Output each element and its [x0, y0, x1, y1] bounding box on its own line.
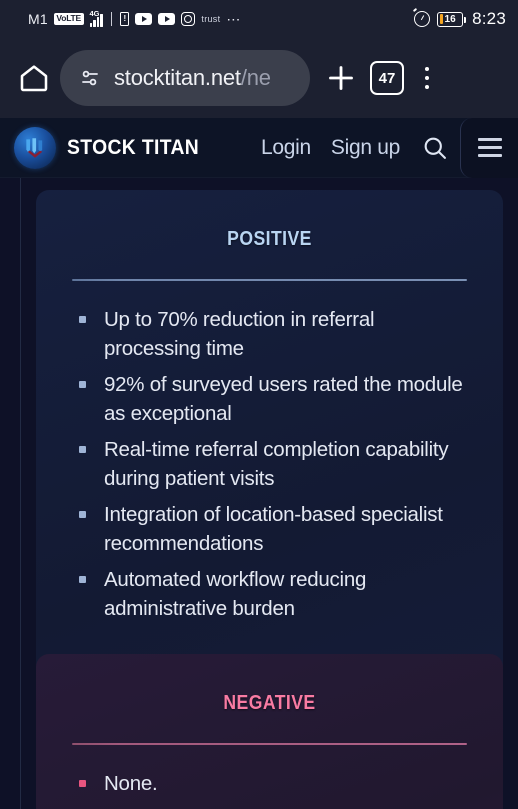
status-bar-left: M1 VoLTE 4G trust ⋯: [28, 9, 242, 27]
stock-titan-logo[interactable]: [14, 126, 56, 169]
tab-switcher-button[interactable]: 47: [370, 61, 404, 95]
youtube-music-icon: [158, 13, 176, 25]
negative-card: Negative None.: [36, 654, 503, 809]
phone-screen: M1 VoLTE 4G trust ⋯ 16 8:23: [0, 0, 518, 809]
signal-strength-icon: 4G: [89, 9, 103, 27]
list-item: Integration of location-based specialist…: [78, 500, 469, 558]
login-link[interactable]: Login: [261, 136, 311, 160]
signup-link[interactable]: Sign up: [331, 136, 400, 160]
hamburger-menu-button[interactable]: [460, 117, 518, 178]
battery-percent-label: 16: [444, 13, 456, 25]
notification-overflow-icon: ⋯: [226, 10, 242, 27]
youtube-icon: [135, 13, 153, 25]
negative-bullet-list: None.: [36, 745, 503, 798]
status-bar-right: 16 8:23: [414, 9, 506, 29]
browser-toolbar: stocktitan.net/ne 47: [0, 38, 518, 118]
url-text: stocktitan.net/ne: [114, 65, 271, 91]
page-content: Positive Up to 70% reduction in referral…: [0, 178, 518, 809]
url-bar[interactable]: stocktitan.net/ne: [60, 50, 310, 106]
list-item: Real-time referral completion capability…: [78, 435, 469, 493]
positive-card-title: Positive: [227, 220, 312, 252]
titan-bars-icon: [26, 137, 43, 158]
list-item: Automated workflow reducing administrati…: [78, 565, 469, 623]
url-path: /ne: [240, 65, 271, 90]
positive-bullet-list: Up to 70% reduction in referral processi…: [36, 281, 503, 623]
brand-name: STOCK TITAN: [67, 135, 200, 159]
list-item: Up to 70% reduction in referral processi…: [78, 305, 469, 363]
list-item: 92% of surveyed users rated the module a…: [78, 370, 469, 428]
negative-card-title: Negative: [223, 684, 316, 716]
clock-label: 8:23: [472, 9, 506, 28]
browser-menu-button[interactable]: [408, 66, 446, 90]
trust-label: trust: [201, 14, 221, 24]
signal-divider: [110, 12, 113, 26]
content-left-rail: [20, 178, 21, 809]
tab-count-label: 47: [378, 69, 396, 87]
instagram-icon: [181, 12, 196, 26]
home-icon[interactable]: [10, 54, 58, 102]
carrier-label: M1: [28, 11, 48, 27]
list-item: None.: [78, 769, 469, 798]
network-type-label: 4G: [89, 9, 100, 18]
battery-icon: 16: [437, 11, 467, 27]
site-settings-icon: [82, 70, 98, 86]
status-bar: M1 VoLTE 4G trust ⋯ 16 8:23: [0, 0, 518, 38]
url-host: stocktitan.net: [114, 65, 241, 90]
site-header: STOCK TITAN Login Sign up: [0, 117, 518, 178]
alarm-clock-icon: [414, 11, 431, 27]
sim-alert-icon: [120, 12, 130, 26]
plus-icon: [329, 66, 353, 90]
hamburger-menu-icon: [477, 138, 502, 157]
search-icon[interactable]: [420, 133, 450, 163]
volte-badge: VoLTE: [53, 13, 84, 25]
new-tab-button[interactable]: [316, 60, 366, 96]
header-nav: Login Sign up: [261, 133, 450, 163]
